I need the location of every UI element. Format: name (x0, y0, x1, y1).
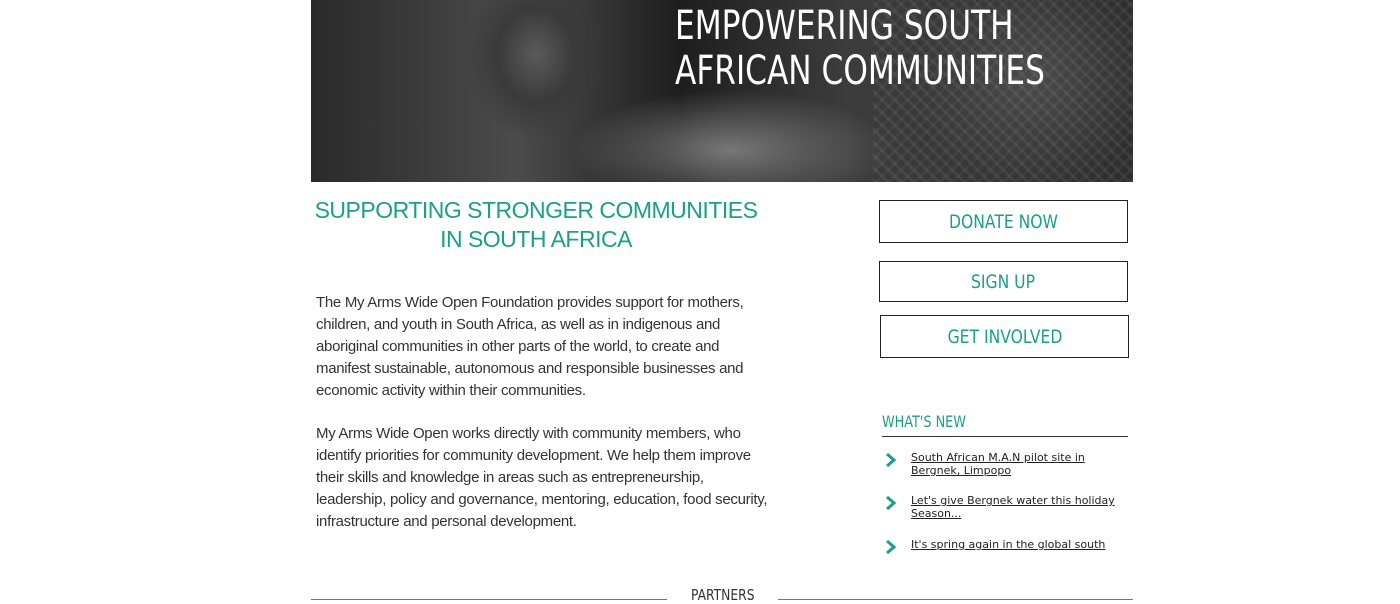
chevron-right-icon (886, 540, 897, 554)
hero-headline: EMPOWERING SOUTH AFRICAN COMMUNITIES (675, 4, 1045, 94)
news-link[interactable]: South African M.A.N pilot site in Bergne… (911, 451, 1121, 477)
mission-paragraph: My Arms Wide Open works directly with co… (316, 425, 768, 530)
hero-headline-line1: EMPOWERING SOUTH (675, 3, 1014, 49)
get-involved-label: GET INVOLVED (947, 325, 1062, 348)
donate-now-label: DONATE NOW (948, 210, 1059, 233)
partners-heading: PARTNERS (667, 586, 778, 604)
whats-new-heading: WHAT'S NEW (882, 412, 1128, 437)
whats-new-heading-label: WHAT'S NEW (882, 412, 966, 431)
news-link[interactable]: Let's give Bergnek water this holiday Se… (911, 494, 1121, 520)
page-title: SUPPORTING STRONGER COMMUNITIES IN SOUTH… (314, 197, 758, 252)
partners-heading-label: PARTNERS (690, 586, 755, 604)
chevron-right-icon (886, 453, 897, 467)
hero-banner: EMPOWERING SOUTH AFRICAN COMMUNITIES (311, 0, 1133, 182)
chevron-right-icon (886, 496, 897, 510)
sign-up-label: SIGN UP (971, 270, 1036, 293)
get-involved-button[interactable]: GET INVOLVED (880, 315, 1129, 358)
sign-up-button[interactable]: SIGN UP (879, 261, 1128, 302)
news-link[interactable]: It's spring again in the global south (911, 538, 1121, 551)
hero-headline-line2: AFRICAN COMMUNITIES (675, 48, 1045, 94)
donate-now-button[interactable]: DONATE NOW (879, 200, 1128, 243)
intro-paragraph: The My Arms Wide Open Foundation provide… (316, 294, 744, 399)
